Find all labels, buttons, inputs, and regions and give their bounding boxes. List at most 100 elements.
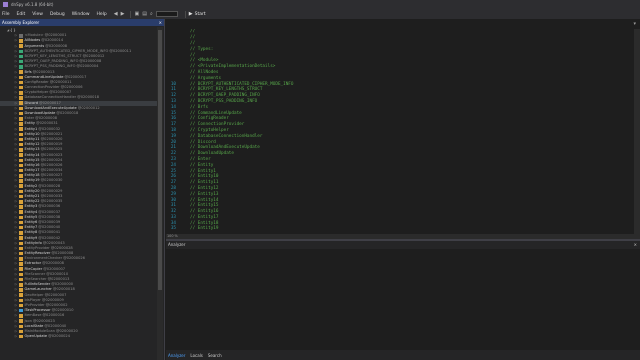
explorer-scrollbar[interactable]: [157, 27, 163, 360]
expand-icon[interactable]: ▷: [14, 101, 18, 105]
expand-icon[interactable]: ▷: [14, 215, 18, 219]
expand-icon[interactable]: ▷: [14, 173, 18, 178]
expand-icon[interactable]: ▷: [14, 194, 18, 199]
save-icon[interactable]: ▤: [142, 11, 147, 17]
struct-type-icon: [19, 65, 23, 69]
tab-overflow-icon[interactable]: ▾: [633, 21, 636, 27]
forward-icon[interactable]: ▶: [121, 11, 125, 17]
close-icon[interactable]: ×: [634, 242, 637, 247]
expand-icon[interactable]: ▷: [14, 38, 18, 43]
editor-scrollbar[interactable]: [634, 29, 640, 234]
expand-icon[interactable]: ▷: [14, 127, 18, 131]
expand-icon[interactable]: ▷: [14, 178, 18, 183]
expand-icon[interactable]: ▷: [14, 80, 18, 84]
analyzer-content[interactable]: [166, 249, 640, 350]
close-icon[interactable]: ×: [159, 20, 162, 25]
expand-icon[interactable]: ▷: [14, 111, 18, 116]
expand-icon[interactable]: ▷: [14, 287, 18, 292]
struct-type-icon: [19, 59, 23, 64]
expand-icon[interactable]: ▷: [14, 329, 18, 333]
expand-icon[interactable]: ▷: [14, 106, 18, 110]
back-icon[interactable]: ◀: [114, 11, 118, 17]
metadata-token: @02000012: [77, 105, 100, 110]
expand-icon[interactable]: ▷: [14, 137, 18, 142]
expand-icon[interactable]: ▷: [14, 282, 18, 287]
expand-icon[interactable]: ▷: [14, 163, 18, 167]
start-play-icon[interactable]: ▶: [189, 11, 193, 17]
expand-icon[interactable]: ▷: [14, 251, 18, 256]
expand-icon[interactable]: ▷: [14, 230, 18, 235]
code-comment: // BCRYPT_OAEP_PADDING_INFO: [190, 93, 260, 99]
expand-icon[interactable]: ▷: [14, 95, 18, 100]
expand-icon[interactable]: ▷: [14, 293, 18, 297]
expand-icon[interactable]: ▷: [14, 267, 18, 271]
tab-locals[interactable]: Locals: [190, 353, 202, 358]
toolbar-separator: [130, 10, 132, 18]
code-comment: // CommandLineUpdate: [190, 110, 242, 116]
open-icon[interactable]: ▣: [134, 11, 139, 17]
expand-icon[interactable]: ▷: [14, 184, 18, 188]
expand-icon[interactable]: ▷: [14, 33, 18, 38]
expand-icon[interactable]: ▷: [14, 298, 18, 302]
code-editor[interactable]: //////// Types://// <Module>// <PrivateI…: [166, 29, 640, 234]
expand-icon[interactable]: ▷: [14, 132, 18, 136]
menu-window[interactable]: Window: [72, 12, 90, 17]
expand-icon[interactable]: ▷: [14, 49, 18, 53]
expand-icon[interactable]: ▷: [14, 277, 18, 282]
expand-icon[interactable]: ▷: [14, 236, 18, 240]
code-comment: // Entity14: [190, 197, 219, 203]
expand-icon[interactable]: ▷: [14, 220, 18, 225]
code-line[interactable]: 35 // Entity19: [166, 226, 640, 232]
start-button[interactable]: Start: [195, 12, 206, 17]
class-type-icon: [19, 184, 23, 188]
expand-icon[interactable]: ▷: [14, 75, 18, 79]
menu-edit[interactable]: Edit: [17, 12, 26, 17]
expand-icon[interactable]: ▷: [14, 241, 18, 245]
expand-icon[interactable]: ▷: [14, 261, 18, 266]
expand-icon[interactable]: ▷: [14, 272, 18, 276]
expand-icon[interactable]: ▷: [14, 44, 18, 48]
expand-icon[interactable]: ▷: [14, 90, 18, 95]
code-comment: // Entity11: [190, 180, 219, 186]
expand-icon[interactable]: ▷: [14, 256, 18, 261]
expand-icon[interactable]: ▷: [14, 199, 18, 204]
class-type-icon: [19, 174, 23, 178]
expand-icon[interactable]: ▷: [14, 54, 18, 59]
expand-icon[interactable]: ▷: [14, 334, 18, 339]
menu-view[interactable]: View: [32, 12, 43, 17]
expand-icon[interactable]: ▷: [14, 121, 18, 126]
assembly-tree[interactable]: ◢ { } ▷ <Module> @02000001 ▷ AllNodes @020000…: [0, 27, 157, 360]
search-icon[interactable]: ⌕: [150, 11, 153, 17]
menu-file[interactable]: File: [2, 12, 10, 17]
expand-icon[interactable]: ▷: [14, 246, 18, 250]
scrollbar-thumb[interactable]: [158, 30, 162, 290]
expand-icon[interactable]: ▷: [14, 85, 18, 90]
expand-icon[interactable]: ▷: [14, 319, 18, 323]
expand-icon[interactable]: ▷: [14, 313, 18, 318]
tree-node-type[interactable]: ▷ OpenUpdate @02000024: [0, 334, 157, 339]
tab-search[interactable]: Search: [208, 353, 222, 358]
expand-icon[interactable]: ▷: [14, 168, 18, 173]
expand-icon[interactable]: ▷: [14, 308, 18, 313]
expand-icon[interactable]: ▷: [14, 142, 18, 147]
expand-icon[interactable]: ▷: [14, 64, 18, 69]
metadata-token: @02000004: [76, 64, 99, 69]
menu-help[interactable]: Help: [97, 12, 107, 17]
expand-icon[interactable]: ▷: [14, 153, 18, 157]
expand-icon[interactable]: ▷: [14, 303, 18, 308]
expand-icon[interactable]: ▷: [14, 59, 18, 64]
expand-icon[interactable]: ▷: [14, 70, 18, 74]
tab-analyzer[interactable]: Analyzer: [168, 353, 185, 358]
expand-icon[interactable]: ▷: [14, 204, 18, 209]
toolbar-search-input[interactable]: [155, 11, 178, 17]
expand-icon[interactable]: ▷: [14, 225, 18, 230]
expand-icon[interactable]: ▷: [14, 189, 18, 193]
expand-icon[interactable]: ▷: [14, 210, 18, 214]
expand-icon[interactable]: ▷: [14, 158, 18, 162]
menu-debug[interactable]: Debug: [50, 12, 65, 17]
code-comment: // Entity12: [190, 185, 219, 191]
expand-icon[interactable]: ▷: [14, 147, 18, 152]
app-logo-icon: [3, 2, 8, 7]
expand-icon[interactable]: ▷: [14, 324, 18, 328]
expand-icon[interactable]: ▷: [14, 116, 18, 121]
